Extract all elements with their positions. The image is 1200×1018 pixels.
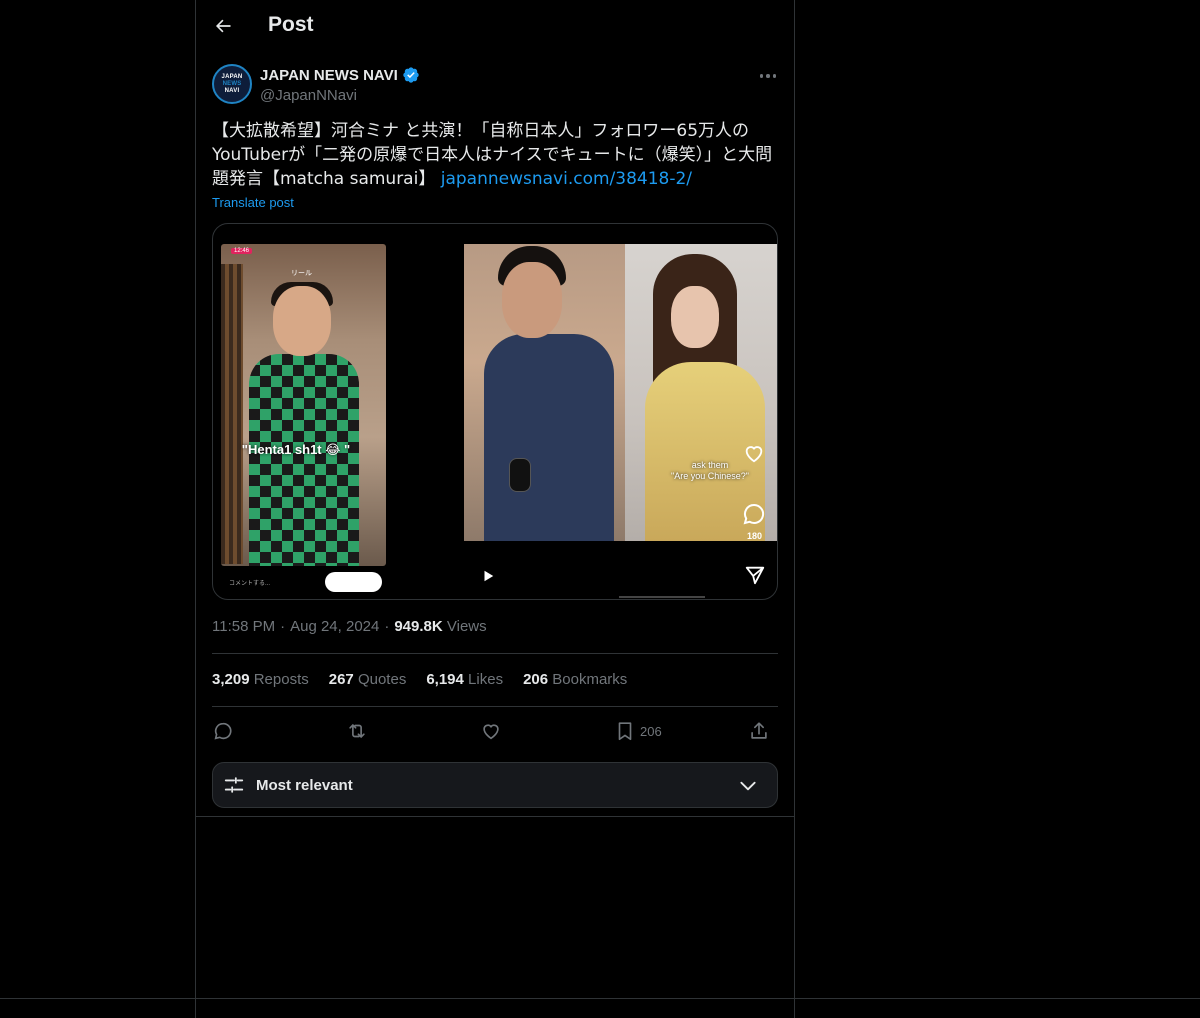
face	[671, 286, 719, 348]
reposts-stat[interactable]: 3,209 Reposts	[212, 671, 309, 688]
bottom-divider	[0, 998, 1200, 999]
share-icon	[751, 722, 767, 739]
post-meta: 11:58 PM · Aug 24, 2024 · 949.8K Views	[212, 618, 487, 635]
avatar-text-1: JAPAN	[221, 73, 243, 80]
right-video-frame: ask them "Are you Chinese?"	[464, 244, 777, 541]
author-name[interactable]: JAPAN NEWS NAVI	[260, 66, 420, 84]
likes-stat[interactable]: 6,194 Likes	[426, 671, 503, 688]
engagement-stats: 3,209 Reposts 267 Quotes 6,194 Likes 206…	[212, 671, 627, 688]
section-divider	[196, 816, 794, 817]
verified-badge-icon	[403, 67, 419, 83]
comment-count: 180	[747, 531, 763, 541]
views-label: Views	[446, 618, 487, 635]
microphone	[509, 458, 531, 492]
quotes-label: Quotes	[357, 671, 407, 688]
checkered-haori	[249, 354, 359, 566]
meta-separator: ·	[384, 618, 390, 635]
post-link[interactable]: japannewsnavi.com/38418-2/	[441, 169, 692, 189]
quotes-stat[interactable]: 267 Quotes	[329, 671, 407, 688]
page-title: Post	[268, 13, 314, 36]
action-bar: 206	[212, 717, 778, 747]
like-button[interactable]	[480, 720, 502, 742]
share-button[interactable]	[748, 720, 770, 742]
right-caption-line-2: "Are you Chinese?"	[671, 471, 749, 481]
jinbei	[484, 334, 614, 541]
face	[273, 286, 331, 356]
author-name-text: JAPAN NEWS NAVI	[260, 66, 398, 84]
reposts-label: Reposts	[253, 671, 309, 688]
left-caption: "Henta1 sh1t 😂 "	[241, 442, 351, 457]
post-text: 【大拡散希望】河合ミナ と共演！「自称日本人」フォロワー65万人のYouTube…	[212, 119, 780, 191]
avatar[interactable]: JAPAN NEWS NAVI	[212, 64, 252, 104]
translate-post-link[interactable]: Translate post	[212, 195, 294, 210]
reply-icon	[214, 722, 232, 740]
man-panel	[464, 244, 625, 541]
divider	[212, 706, 778, 707]
chevron-down-icon	[740, 781, 756, 791]
send-icon	[745, 566, 765, 585]
meta-separator: ·	[280, 618, 286, 635]
likes-label: Likes	[468, 671, 504, 688]
bookmark-count: 206	[640, 723, 662, 739]
woman-panel: ask them "Are you Chinese?"	[625, 244, 777, 541]
curtain	[221, 264, 243, 564]
sliders-icon	[224, 777, 244, 793]
views[interactable]: 949.8K Views	[394, 618, 486, 635]
back-button[interactable]	[210, 13, 236, 39]
views-count: 949.8K	[394, 618, 443, 635]
more-options-button[interactable]	[756, 66, 780, 86]
dot-icon	[772, 74, 777, 78]
repost-icon	[349, 723, 365, 739]
heart-icon	[483, 724, 499, 740]
video-media[interactable]: 12:46 リール "Henta1 sh1t 😂 " コメントする... ask…	[212, 223, 778, 600]
comment-hint: コメントする...	[229, 581, 271, 587]
dot-icon	[766, 74, 770, 78]
quotes-count: 267	[328, 671, 354, 688]
bookmarks-count: 206	[523, 671, 549, 688]
avatar-text-3: NAVI	[224, 87, 240, 94]
sort-label: Most relevant	[256, 777, 353, 794]
post-time[interactable]: 11:58 PM	[212, 618, 275, 635]
bookmark-icon	[618, 722, 632, 741]
bookmark-button[interactable]: 206	[614, 720, 662, 742]
play-icon[interactable]	[481, 569, 495, 583]
reel-tab: リール	[291, 270, 312, 277]
comment-icon	[743, 503, 765, 525]
dot-icon	[759, 74, 764, 78]
avatar-text-2: NEWS	[222, 80, 242, 87]
face	[502, 262, 562, 338]
video-progress-bar[interactable]	[619, 596, 705, 598]
divider	[212, 653, 778, 654]
likes-count: 6,194	[426, 671, 464, 688]
left-video-frame: 12:46 リール "Henta1 sh1t 😂 "	[221, 244, 386, 566]
bookmarks-stat[interactable]: 206 Bookmarks	[523, 671, 627, 688]
repost-button[interactable]	[346, 720, 368, 742]
heart-icon	[745, 446, 763, 463]
header: Post	[196, 0, 794, 54]
reposts-count: 3,209	[212, 671, 250, 688]
author-handle[interactable]: @JapanNNavi	[260, 87, 357, 104]
main-column: Post JAPAN NEWS NAVI JAPAN NEWS NAVI @Ja…	[195, 0, 795, 1018]
try-it-pill	[325, 572, 382, 592]
time-badge: 12:46	[231, 248, 253, 254]
reply-button[interactable]	[212, 720, 234, 742]
bookmarks-label: Bookmarks	[552, 671, 628, 688]
reply-sort-dropdown[interactable]: Most relevant	[212, 762, 778, 808]
arrow-left-icon	[216, 19, 231, 33]
post-date[interactable]: Aug 24, 2024	[290, 618, 379, 635]
